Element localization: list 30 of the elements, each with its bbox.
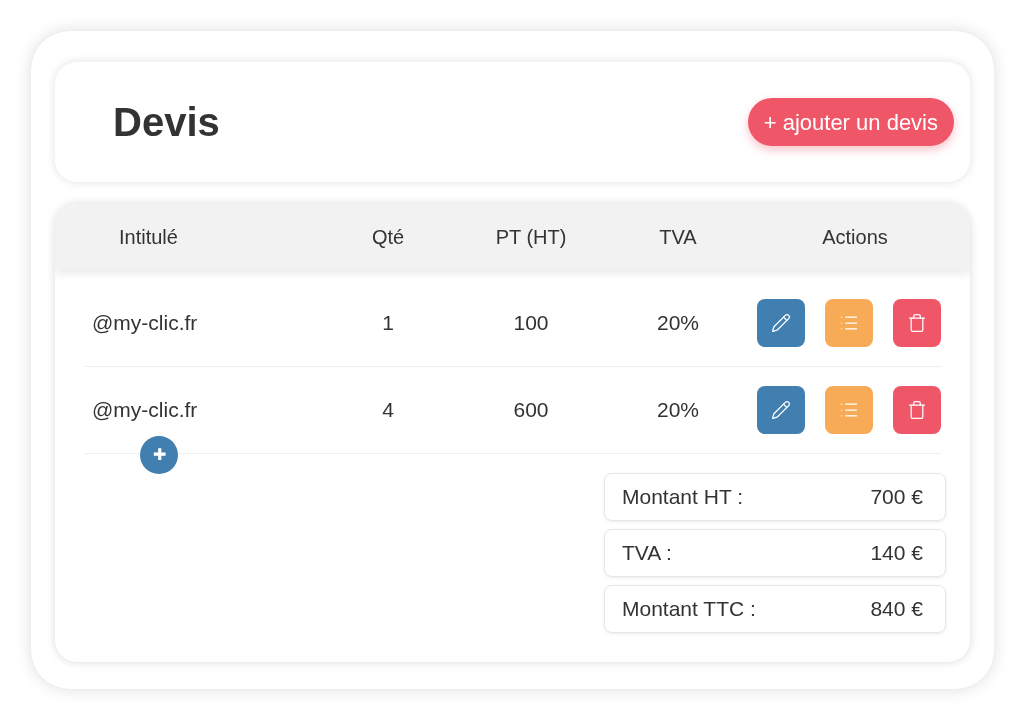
add-quote-button[interactable]: + ajouter un devis xyxy=(747,98,954,146)
table-cell-text: 20% xyxy=(656,397,700,424)
column-header: Intitulé xyxy=(118,225,179,250)
trash-icon xyxy=(907,313,927,333)
total-value: 140 € xyxy=(870,540,923,567)
delete-button[interactable] xyxy=(893,386,941,434)
trash-icon xyxy=(907,400,927,420)
pencil-icon xyxy=(771,400,791,420)
add-row-button[interactable]: ✚ xyxy=(140,436,178,474)
total-label: Montant TTC : xyxy=(622,596,756,623)
edit-button[interactable] xyxy=(757,299,805,347)
edit-button[interactable] xyxy=(757,386,805,434)
total-label: Montant HT : xyxy=(622,484,743,511)
table-cell-text: 100 xyxy=(512,310,550,337)
table-cell-text: @my-clic.fr xyxy=(91,310,199,337)
page-title: Devis xyxy=(113,99,220,146)
column-header: PT (HT) xyxy=(494,225,568,250)
table-cell-text: 20% xyxy=(656,310,700,337)
total-value: 840 € xyxy=(870,596,923,623)
column-header: Actions xyxy=(821,225,889,250)
table-cell-text: 1 xyxy=(381,310,395,337)
delete-button[interactable] xyxy=(893,299,941,347)
column-header: TVA xyxy=(658,225,698,250)
total-label: TVA : xyxy=(622,540,672,567)
table-cell-text: @my-clic.fr xyxy=(91,397,199,424)
pencil-icon xyxy=(771,313,791,333)
column-header: Qté xyxy=(370,225,406,250)
table-cell-text: 4 xyxy=(381,397,395,424)
table-cell-text: 600 xyxy=(512,397,550,424)
total-value: 700 € xyxy=(870,484,923,511)
